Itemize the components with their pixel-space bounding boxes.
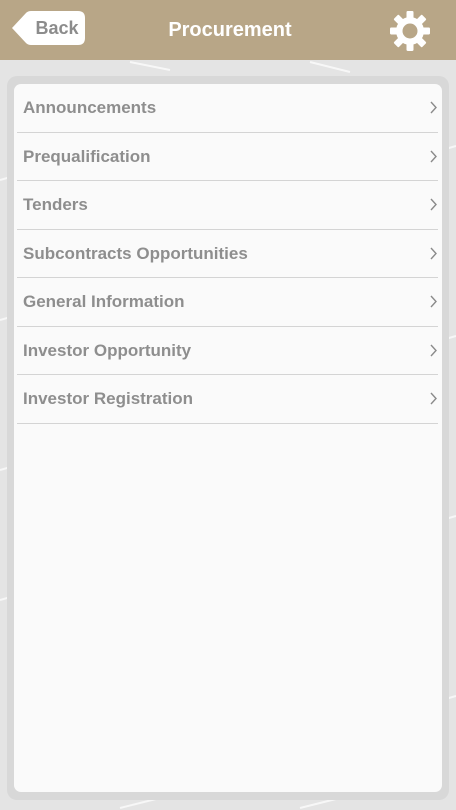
gear-icon[interactable]: [389, 10, 431, 52]
menu-item-announcements[interactable]: Announcements: [17, 84, 438, 133]
header-bar: Back Procurement: [0, 0, 456, 60]
menu-item-label: Announcements: [23, 98, 157, 117]
chevron-right-icon: [430, 150, 437, 162]
menu-item-label: Investor Opportunity: [23, 340, 192, 360]
chevron-right-icon: [430, 198, 437, 211]
menu-item-label: Subcontracts Opportunities: [23, 243, 248, 263]
menu-item-tenders[interactable]: Tenders: [17, 181, 438, 230]
menu-item-investor-opportunity[interactable]: Investor Opportunity: [17, 327, 438, 375]
chevron-right-icon: [430, 295, 437, 308]
menu-item-label: Investor Registration: [23, 389, 194, 408]
menu-item-label: Prequalification: [23, 146, 151, 166]
chevron-right-icon: [430, 101, 437, 114]
chevron-right-icon: [430, 344, 437, 356]
menu-item-prequalification[interactable]: Prequalification: [17, 133, 438, 181]
menu-item-label: Tenders: [23, 195, 88, 214]
menu-item-subcontracts-opportunities[interactable]: Subcontracts Opportunities: [17, 230, 438, 278]
menu-item-general-information[interactable]: General Information: [17, 278, 438, 327]
back-button[interactable]: Back: [12, 10, 86, 46]
menu-item-label: General Information: [23, 292, 185, 311]
back-button-label: Back: [35, 18, 79, 38]
chevron-right-icon: [430, 247, 437, 259]
chevron-right-icon: [430, 392, 437, 405]
page-title: Procurement: [168, 19, 292, 41]
menu-item-investor-registration[interactable]: Investor Registration: [17, 375, 438, 424]
procurement-menu: Announcements Prequalification Tenders S…: [17, 84, 438, 424]
